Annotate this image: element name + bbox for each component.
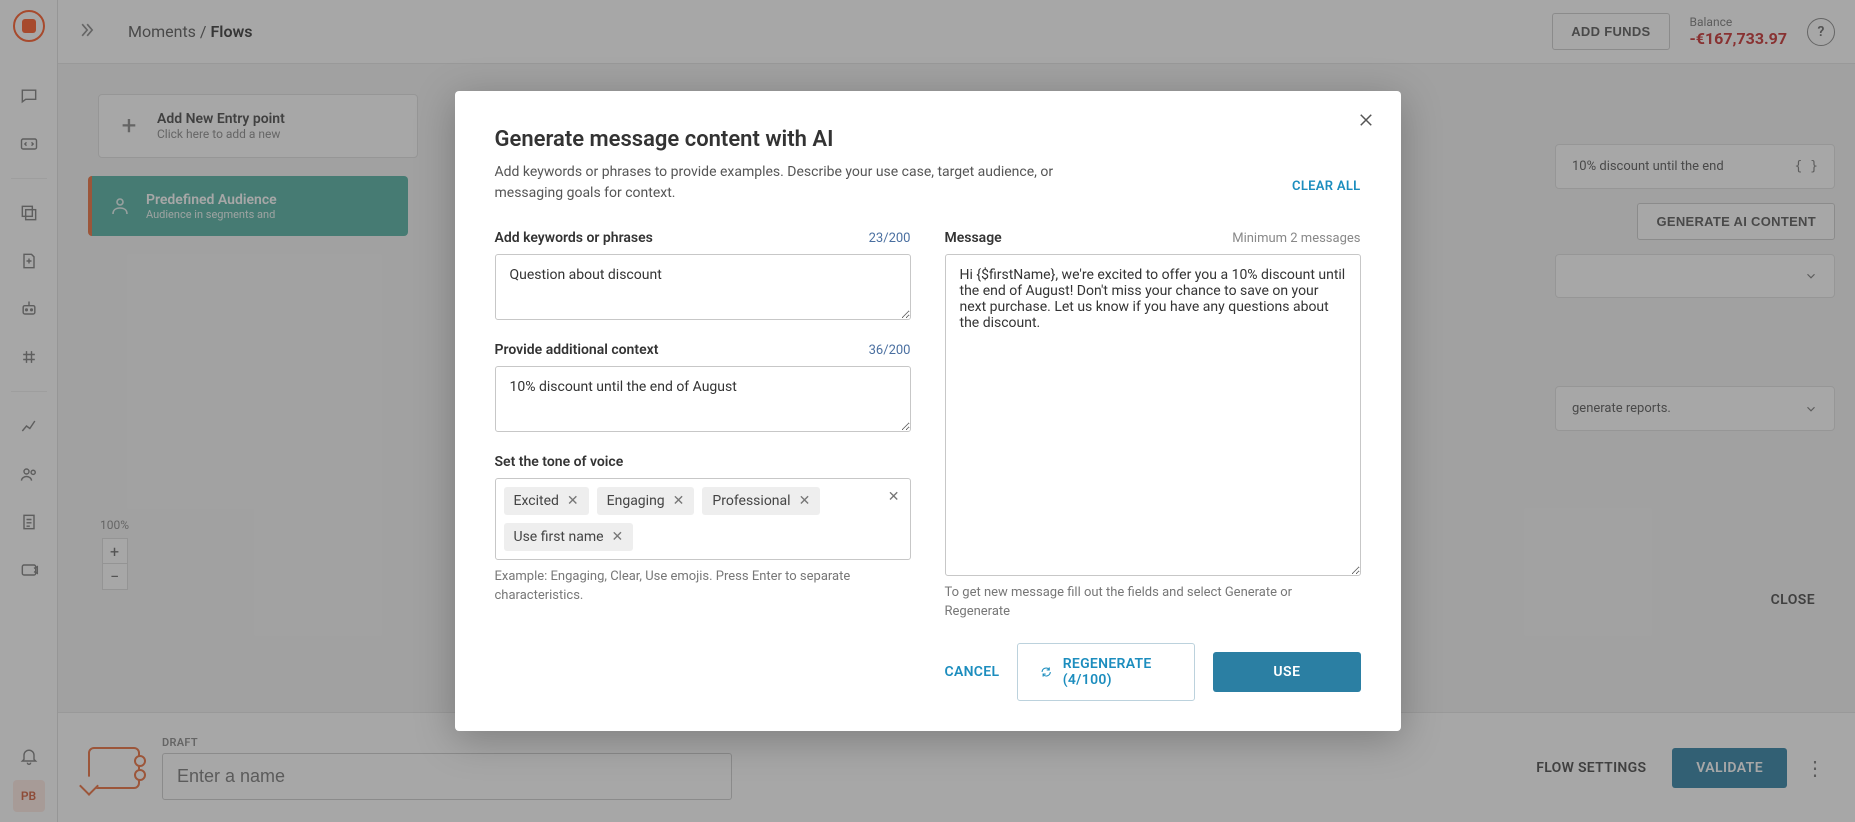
message-help-text: To get new message fill out the fields a… bbox=[945, 584, 1361, 622]
message-output[interactable] bbox=[945, 254, 1361, 576]
modal-overlay: Generate message content with AI Add key… bbox=[0, 0, 1855, 822]
context-input[interactable] bbox=[495, 366, 911, 432]
chip-remove-icon[interactable]: ✕ bbox=[567, 493, 579, 509]
keywords-label: Add keywords or phrases bbox=[495, 230, 653, 246]
modal-right-column: Message Minimum 2 messages To get new me… bbox=[945, 230, 1361, 702]
modal-left-column: Add keywords or phrases 23/200 Provide a… bbox=[495, 230, 911, 702]
keywords-count: 23/200 bbox=[869, 231, 911, 246]
keywords-input[interactable] bbox=[495, 254, 911, 320]
tone-chip: Use first name✕ bbox=[504, 523, 634, 551]
context-label: Provide additional context bbox=[495, 342, 659, 358]
tone-chip: Excited✕ bbox=[504, 487, 589, 515]
modal-subtitle: Add keywords or phrases to provide examp… bbox=[495, 162, 1115, 204]
tone-chip: Engaging✕ bbox=[597, 487, 695, 515]
chip-remove-icon[interactable]: ✕ bbox=[612, 529, 624, 545]
tone-clear-icon[interactable]: ✕ bbox=[888, 489, 900, 505]
use-button[interactable]: USE bbox=[1213, 652, 1360, 692]
cancel-button[interactable]: CANCEL bbox=[945, 664, 1000, 680]
tone-label: Set the tone of voice bbox=[495, 454, 624, 470]
close-icon[interactable] bbox=[1357, 111, 1381, 135]
regenerate-button[interactable]: REGENERATE (4/100) bbox=[1017, 643, 1195, 701]
message-label: Message bbox=[945, 230, 1002, 246]
context-count: 36/200 bbox=[869, 343, 911, 358]
refresh-icon bbox=[1040, 664, 1052, 680]
modal-title: Generate message content with AI bbox=[495, 127, 1361, 152]
tone-chip: Professional✕ bbox=[702, 487, 820, 515]
chip-remove-icon[interactable]: ✕ bbox=[673, 493, 685, 509]
generate-ai-modal: Generate message content with AI Add key… bbox=[455, 91, 1401, 732]
clear-all-button[interactable]: CLEAR ALL bbox=[1292, 179, 1360, 194]
tone-help-text: Example: Engaging, Clear, Use emojis. Pr… bbox=[495, 568, 911, 606]
tone-input[interactable]: Excited✕ Engaging✕ Professional✕ Use fir… bbox=[495, 478, 911, 560]
message-hint: Minimum 2 messages bbox=[1232, 231, 1360, 246]
chip-remove-icon[interactable]: ✕ bbox=[799, 493, 811, 509]
